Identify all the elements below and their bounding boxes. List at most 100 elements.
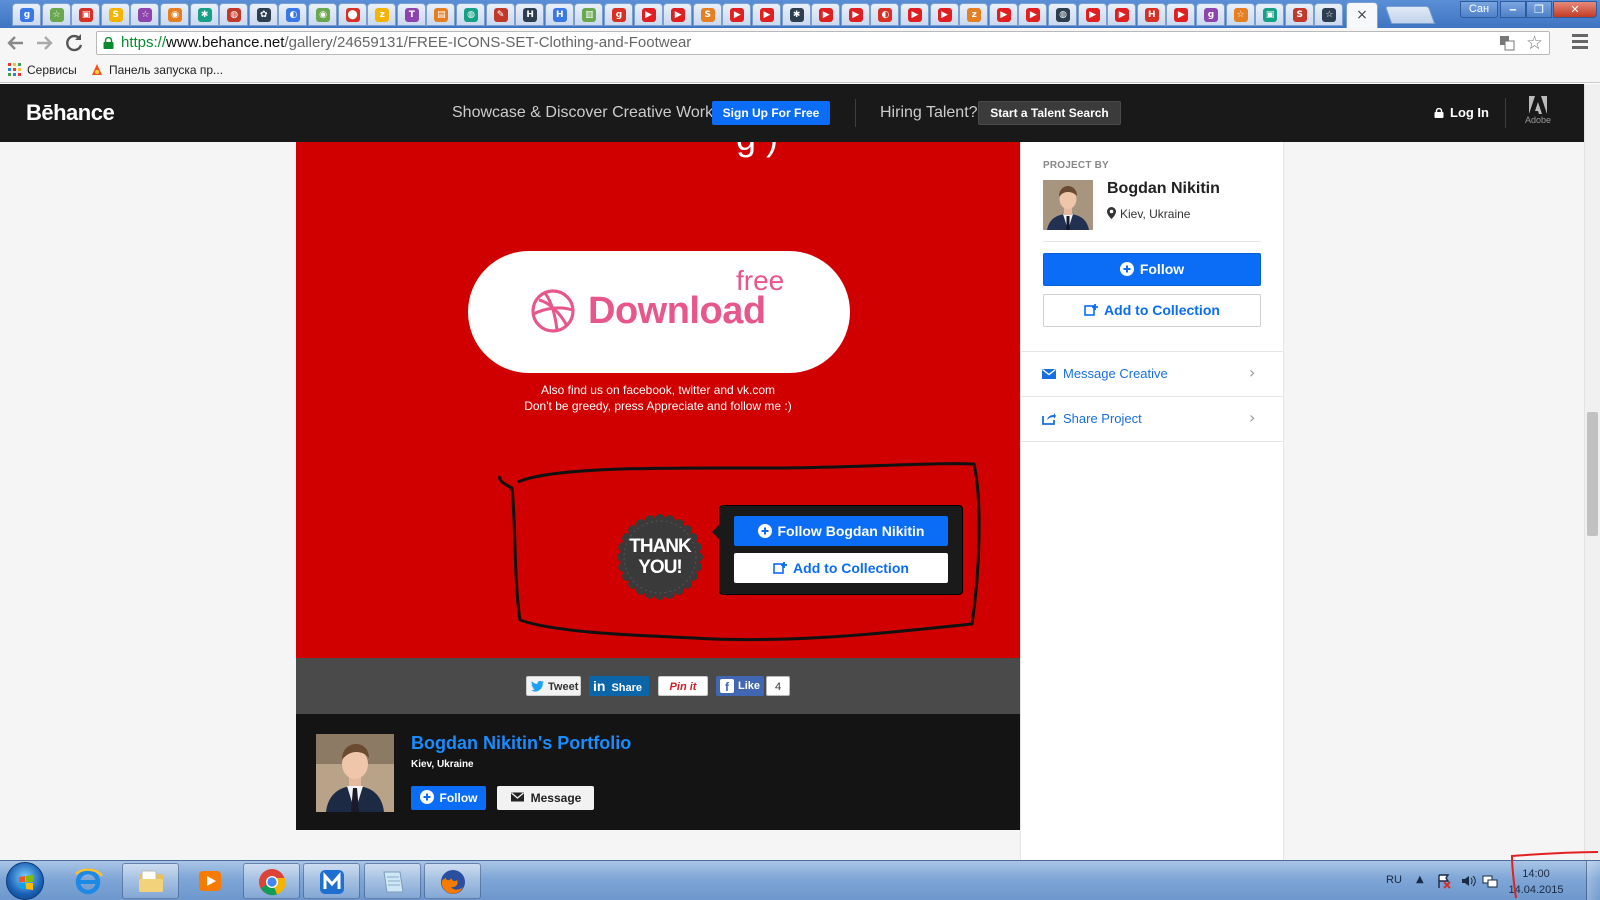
follow-owner-button[interactable]: Follow Bogdan Nikitin — [734, 516, 948, 546]
browser-tab[interactable]: ✱ — [189, 3, 219, 26]
browser-tab[interactable]: ⬤ — [337, 3, 367, 26]
browser-tab[interactable]: S — [100, 3, 130, 26]
window-user-badge[interactable]: Сан — [1460, 1, 1498, 18]
start-button[interactable] — [6, 862, 44, 900]
browser-tab[interactable]: ▶ — [752, 3, 781, 26]
browser-tab[interactable]: g — [604, 3, 633, 26]
browser-tab[interactable]: ▤ — [426, 3, 456, 26]
clock-date[interactable]: 14.04.2015 — [1506, 883, 1566, 897]
browser-tab[interactable]: ◐ — [278, 3, 308, 26]
behance-logo[interactable]: Bēhance — [26, 100, 115, 126]
browser-tab[interactable]: ▶ — [840, 3, 870, 26]
browser-tab[interactable]: ▶ — [1018, 3, 1048, 26]
browser-tab[interactable]: ▶ — [929, 3, 959, 26]
facebook-like-button[interactable]: f Like — [716, 676, 764, 696]
bookmark-star-icon[interactable]: ☆ — [1526, 32, 1543, 54]
browser-tab[interactable]: ◍ — [219, 3, 249, 26]
clock-time[interactable]: 14:00 — [1506, 867, 1566, 881]
browser-tab[interactable]: ◉ — [160, 3, 189, 26]
browser-tab[interactable]: ☆ — [41, 3, 71, 26]
browser-tab[interactable]: ▶ — [663, 3, 693, 26]
sidebar-follow-button[interactable]: Follow — [1043, 253, 1261, 286]
browser-tab[interactable]: ◐ — [870, 3, 900, 26]
browser-tab[interactable]: ◉ — [308, 3, 337, 26]
taskbar-notepad[interactable] — [364, 863, 421, 899]
address-bar[interactable]: https://www.behance.net/gallery/24659131… — [96, 31, 1550, 55]
tray-expand-icon[interactable]: ▲ — [1416, 873, 1424, 887]
owner-name-link[interactable]: Bogdan Nikitin — [1107, 179, 1220, 199]
minimize-button[interactable]: ‒ — [1500, 1, 1526, 18]
browser-tab[interactable]: ▣ — [71, 3, 101, 26]
adobe-logo[interactable]: Adobe — [1520, 96, 1556, 125]
browser-tab[interactable]: S — [1284, 3, 1314, 26]
browser-tab[interactable]: g — [12, 3, 41, 26]
browser-tab[interactable]: ☆ — [1225, 3, 1255, 26]
browser-tab[interactable]: ▶ — [722, 3, 752, 26]
owner-avatar[interactable] — [316, 734, 394, 812]
action-center-flag-icon[interactable] — [1436, 873, 1452, 889]
maximize-button[interactable]: ❐ — [1526, 1, 1552, 18]
browser-tab[interactable]: ▶ — [988, 3, 1018, 26]
share-project-row[interactable]: Share Project › — [1021, 396, 1283, 441]
page-scrollbar[interactable] — [1584, 84, 1600, 860]
message-creative-row[interactable]: Message Creative › — [1021, 351, 1283, 396]
network-icon[interactable] — [1482, 873, 1498, 889]
browser-tab[interactable]: ✎ — [485, 3, 515, 26]
linkedin-share-button[interactable]: in Share — [589, 676, 649, 696]
taskbar-internet-explorer[interactable] — [60, 863, 117, 899]
browser-tab[interactable]: ▶ — [1166, 3, 1196, 26]
download-button[interactable]: Download free — [468, 251, 850, 373]
reload-button[interactable] — [62, 31, 86, 55]
translate-icon[interactable] — [1499, 35, 1515, 51]
browser-tab[interactable]: ▶ — [633, 3, 663, 26]
browser-tab[interactable]: ◍ — [456, 3, 485, 26]
browser-tab[interactable]: H — [1136, 3, 1166, 26]
new-tab-button[interactable] — [1384, 6, 1436, 24]
back-button[interactable] — [4, 31, 28, 55]
browser-tab[interactable]: ◍ — [1048, 3, 1077, 26]
talent-search-button[interactable]: Start a Talent Search — [978, 101, 1121, 125]
pinterest-pin-button[interactable]: Pin it — [658, 676, 708, 696]
browser-tab[interactable]: H — [515, 3, 545, 26]
browser-tab[interactable]: ▥ — [574, 3, 604, 26]
browser-tab[interactable]: ▶ — [1077, 3, 1107, 26]
taskbar-media-player[interactable] — [182, 863, 239, 899]
add-to-collection-button[interactable]: Add to Collection — [734, 553, 948, 583]
browser-tab[interactable]: ☆ — [130, 3, 160, 26]
browser-tab[interactable]: ☆ — [1314, 3, 1344, 26]
browser-tab[interactable]: ▶ — [900, 3, 929, 26]
volume-icon[interactable] — [1460, 873, 1476, 889]
browser-tab[interactable]: ▣ — [1255, 3, 1285, 26]
bookmark-app-launcher[interactable]: Панель запуска пр... — [90, 62, 223, 78]
browser-menu-icon[interactable] — [1572, 34, 1588, 52]
log-in-link[interactable]: Log In — [1434, 104, 1489, 122]
owner-message-button[interactable]: Message — [497, 786, 594, 810]
tweet-button[interactable]: Tweet — [526, 676, 581, 696]
owner-avatar-small[interactable] — [1043, 180, 1093, 230]
portfolio-title-link[interactable]: Bogdan Nikitin's Portfolio — [411, 732, 631, 754]
browser-tab[interactable]: ✿ — [248, 3, 278, 26]
owner-follow-button[interactable]: Follow — [411, 786, 486, 810]
taskbar-chrome[interactable] — [243, 863, 300, 899]
browser-tab[interactable]: ✱ — [781, 3, 811, 26]
taskbar-file-explorer[interactable] — [122, 863, 179, 899]
scrollbar-thumb[interactable] — [1587, 412, 1598, 536]
browser-tab[interactable]: S — [692, 3, 722, 26]
close-window-button[interactable]: ✕ — [1553, 1, 1597, 18]
tab-close-icon[interactable]: × — [1356, 7, 1368, 23]
browser-tab[interactable]: ▶ — [1107, 3, 1137, 26]
browser-tab[interactable]: ▶ — [811, 3, 841, 26]
browser-tab[interactable]: g — [1196, 3, 1225, 26]
browser-tab[interactable]: z — [959, 3, 989, 26]
sidebar-add-to-collection-button[interactable]: Add to Collection — [1043, 294, 1261, 327]
browser-tab[interactable]: H — [544, 3, 574, 26]
show-desktop-button[interactable] — [1586, 861, 1600, 900]
sign-up-button[interactable]: Sign Up For Free — [712, 101, 830, 125]
browser-tab[interactable]: T — [396, 3, 426, 26]
bookmark-services[interactable]: Сервисы — [8, 62, 77, 78]
taskbar-maxthon[interactable] — [303, 863, 360, 899]
language-indicator[interactable]: RU — [1386, 873, 1402, 887]
taskbar-firefox[interactable] — [424, 863, 481, 899]
browser-tab[interactable]: z — [367, 3, 397, 26]
active-tab[interactable]: × — [1346, 2, 1378, 28]
